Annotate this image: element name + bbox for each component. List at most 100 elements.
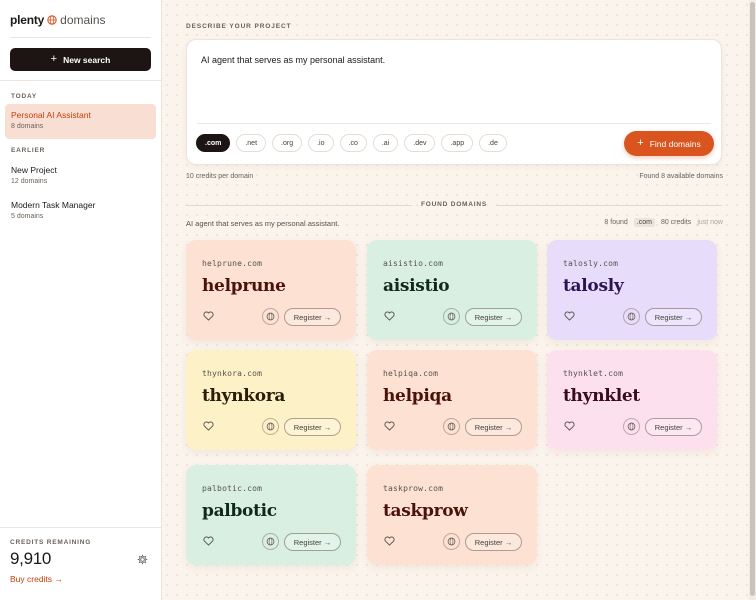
tld-chip-com[interactable]: .com (196, 134, 231, 152)
project-count: 12 domains (11, 178, 48, 185)
domain-card[interactable]: taskprow.com taskprow Register → (367, 465, 537, 565)
register-button[interactable]: Register → (284, 418, 341, 436)
brand-name: aisistio (383, 276, 450, 296)
domain-card[interactable]: helpiqa.com helpiqa Register → (367, 350, 537, 450)
copy-button[interactable] (623, 418, 640, 435)
brand-name: helpiqa (383, 386, 452, 406)
domain-card[interactable]: thynkora.com thynkora Register → (186, 350, 356, 450)
sidebar-item-modern-task-manager[interactable]: Modern Task Manager 5 domains (5, 194, 156, 229)
project-name: Personal AI Assistant (11, 110, 91, 120)
copy-button[interactable] (443, 533, 460, 550)
timestamp: just now (697, 219, 723, 226)
tld-chip-de[interactable]: .de (479, 134, 507, 152)
query-echo: AI agent that serves as my personal assi… (186, 219, 340, 228)
heart-icon[interactable] (564, 311, 575, 321)
copy-button[interactable] (262, 308, 279, 325)
sidebar-item-personal-ai-assistant[interactable]: Personal AI Assistant 8 domains (5, 104, 156, 139)
project-description-input[interactable]: AI agent that serves as my personal assi… (201, 55, 385, 65)
brand-logo[interactable]: plenty domains (10, 12, 106, 28)
credits-used: 80 credits (660, 219, 692, 226)
section-label-earlier: EARLIER (11, 147, 46, 154)
domain-label: taskprow.com (383, 484, 444, 493)
heart-icon[interactable] (384, 421, 395, 431)
sidebar: plenty domains + New search TODAY Person… (0, 0, 162, 600)
globe-icon (447, 312, 456, 321)
project-count: 8 domains (11, 123, 44, 130)
heart-icon[interactable] (203, 536, 214, 546)
domain-card[interactable]: thynklet.com thynklet Register → (547, 350, 717, 450)
brand-suffix: domains (60, 13, 106, 27)
divider (10, 37, 151, 38)
tld-chip-org[interactable]: .org (272, 134, 303, 152)
new-search-button[interactable]: + New search (10, 48, 151, 71)
heart-icon[interactable] (384, 536, 395, 546)
tld-chip-net[interactable]: .net (236, 134, 267, 152)
divider (197, 123, 711, 124)
found-note: Found 8 available domains (639, 173, 723, 180)
tld-chip-io[interactable]: .io (308, 134, 334, 152)
heart-icon[interactable] (384, 311, 395, 321)
project-name: New Project (11, 165, 57, 175)
brand-name: thynkora (202, 386, 286, 406)
heart-icon[interactable] (564, 421, 575, 431)
tld-chip-dev[interactable]: .dev (404, 134, 436, 152)
domain-card[interactable]: helprune.com helprune Register → (186, 240, 356, 340)
credits-value: 9,910 (10, 549, 52, 568)
copy-button[interactable] (262, 533, 279, 550)
domain-card[interactable]: talosly.com talosly Register → (547, 240, 717, 340)
buy-credits-link[interactable]: Buy credits → (10, 574, 63, 584)
domain-label: thynkora.com (202, 369, 263, 378)
tld-chip-co[interactable]: .co (339, 134, 367, 152)
find-domains-button[interactable]: + Find domains (624, 131, 714, 156)
domain-label: thynklet.com (563, 369, 624, 378)
tld-chip-ai[interactable]: .ai (372, 134, 399, 152)
new-search-label: New search (63, 54, 111, 65)
project-count: 5 domains (11, 213, 44, 220)
tld-chip-app[interactable]: .app (441, 134, 474, 152)
heart-icon[interactable] (203, 311, 214, 321)
register-button[interactable]: Register → (465, 308, 522, 326)
register-button[interactable]: Register → (645, 308, 702, 326)
domain-label: palbotic.com (202, 484, 263, 493)
domain-label: aisistio.com (383, 259, 444, 268)
brand-name: plenty (10, 13, 45, 27)
plus-icon: + (637, 137, 644, 149)
copy-button[interactable] (623, 308, 640, 325)
domain-card[interactable]: aisistio.com aisistio Register → (367, 240, 537, 340)
brand-name: helprune (202, 276, 286, 296)
register-button[interactable]: Register → (284, 308, 341, 326)
copy-button[interactable] (443, 418, 460, 435)
globe-icon (627, 422, 636, 431)
gear-icon[interactable] (137, 554, 148, 565)
register-button[interactable]: Register → (465, 418, 522, 436)
domain-card[interactable]: palbotic.com palbotic Register → (186, 465, 356, 565)
sidebar-item-new-project[interactable]: New Project 12 domains (5, 159, 156, 194)
scrollbar-thumb[interactable] (750, 2, 755, 596)
scrollbar[interactable] (749, 0, 756, 600)
copy-button[interactable] (443, 308, 460, 325)
found-count: 8 found (604, 219, 628, 226)
tld-badge: .com (633, 218, 655, 227)
project-name: Modern Task Manager (11, 200, 96, 210)
prompt-card: AI agent that serves as my personal assi… (186, 39, 722, 165)
credits-panel: CREDITS REMAINING 9,910 Buy credits → (0, 527, 161, 600)
describe-project-label: DESCRIBE YOUR PROJECT (186, 23, 292, 30)
brand-name: talosly (563, 276, 624, 296)
main-panel: DESCRIBE YOUR PROJECT AI agent that serv… (162, 0, 756, 600)
tld-selector: .com .net .org .io .co .ai .dev .app .de (196, 134, 507, 152)
brand-name: palbotic (202, 501, 277, 521)
credits-label: CREDITS REMAINING (10, 539, 92, 546)
globe-icon (627, 312, 636, 321)
register-button[interactable]: Register → (645, 418, 702, 436)
cost-note: 10 credits per domain (186, 173, 254, 180)
find-domains-label: Find domains (649, 138, 701, 149)
register-button[interactable]: Register → (465, 533, 522, 551)
divider (496, 205, 722, 206)
heart-icon[interactable] (203, 421, 214, 431)
copy-button[interactable] (262, 418, 279, 435)
globe-icon (266, 537, 275, 546)
divider (0, 80, 161, 81)
brand-name: thynklet (563, 386, 640, 406)
register-button[interactable]: Register → (284, 533, 341, 551)
globe-icon (266, 422, 275, 431)
